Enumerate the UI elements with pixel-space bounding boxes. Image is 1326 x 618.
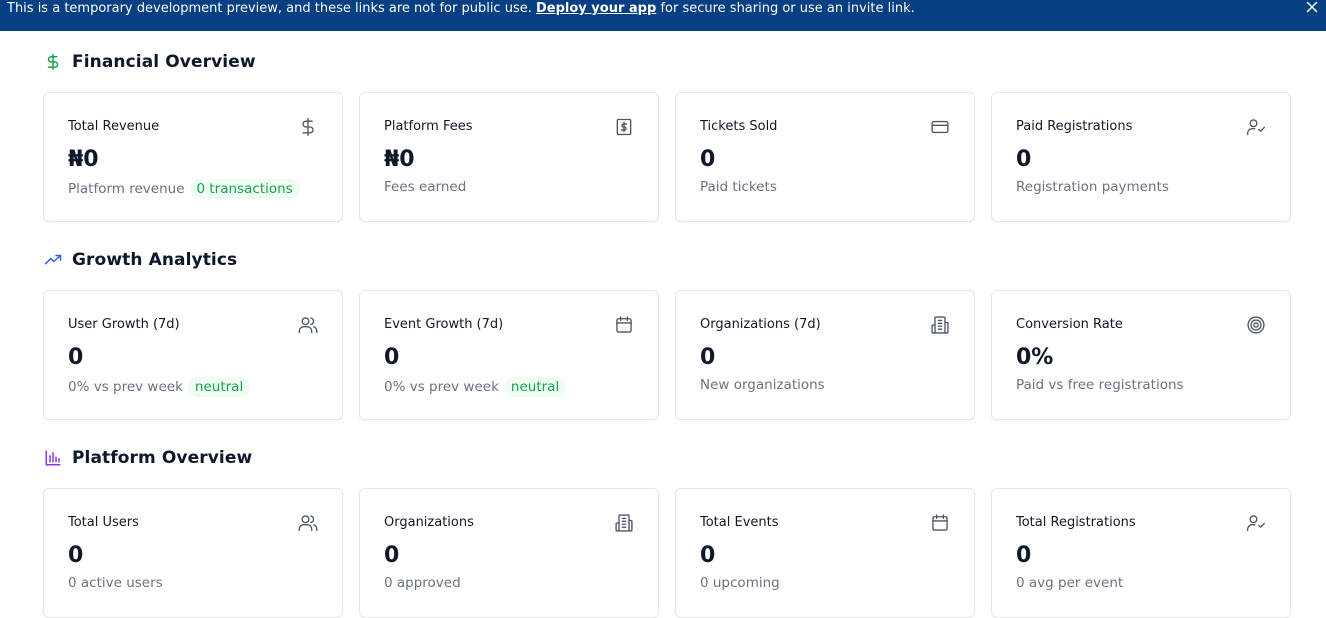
financial-cards: Total Revenue ₦0 Platform revenue 0 tran… [43, 92, 1291, 222]
card-label: Paid Registrations [1016, 119, 1133, 134]
card-label: Total Users [68, 515, 139, 530]
stat-card-paid-registrations: Paid Registrations 0 Registration paymen… [991, 92, 1291, 222]
stat-card-total-registrations: Total Registrations 0 0 avg per event [991, 488, 1291, 618]
card-label: Total Registrations [1016, 515, 1136, 530]
card-subtext: 0 approved [384, 575, 461, 591]
close-icon[interactable] [1306, 1, 1318, 13]
card-value: 0 [1016, 147, 1032, 172]
card-value: 0 [1016, 543, 1032, 568]
section-title: Growth Analytics [72, 250, 238, 270]
card-subtext: 0% vs prev week neutral [384, 377, 567, 397]
card-value: 0 [700, 345, 716, 370]
user-check-icon [1246, 117, 1266, 137]
card-value: 0% [1016, 345, 1054, 370]
growth-cards: User Growth (7d) 0 0% vs prev week neutr… [43, 290, 1291, 420]
card-value: ₦0 [68, 147, 99, 172]
users-icon [298, 513, 318, 533]
building-icon [930, 315, 950, 335]
stat-card-total-events: Total Events 0 0 upcoming [675, 488, 975, 618]
stat-card-organizations: Organizations 0 0 approved [359, 488, 659, 618]
user-check-icon [1246, 513, 1266, 533]
card-sub-label: 0% vs prev week [68, 379, 183, 395]
card-subtext: 0% vs prev week neutral [68, 377, 251, 397]
stat-card-platform-fees: Platform Fees ₦0 Fees earned [359, 92, 659, 222]
card-value: 0 [68, 345, 84, 370]
trending-up-icon [44, 251, 62, 269]
stat-card-event-growth: Event Growth (7d) 0 0% vs prev week neut… [359, 290, 659, 420]
calendar-icon [614, 315, 634, 335]
banner-text: This is a temporary development preview,… [7, 0, 915, 17]
card-value: 0 [700, 147, 716, 172]
users-icon [298, 315, 318, 335]
target-icon [1246, 315, 1266, 335]
stat-card-total-users: Total Users 0 0 active users [43, 488, 343, 618]
card-label: Platform Fees [384, 119, 473, 134]
card-subtext: Fees earned [384, 179, 467, 195]
card-label: Tickets Sold [700, 119, 778, 134]
card-subtext: 0 upcoming [700, 575, 780, 591]
card-value: 0 [700, 543, 716, 568]
platform-overview-header: Platform Overview [44, 448, 252, 468]
dollar-icon [44, 53, 62, 71]
banner-text-before: This is a temporary development preview,… [7, 1, 532, 16]
card-label: Conversion Rate [1016, 317, 1123, 332]
card-subtext: 0 avg per event [1016, 575, 1124, 591]
card-sub-label: Platform revenue [68, 181, 185, 197]
stat-card-organizations-7d: Organizations (7d) 0 New organizations [675, 290, 975, 420]
stat-card-conversion-rate: Conversion Rate 0% Paid vs free registra… [991, 290, 1291, 420]
growth-analytics-header: Growth Analytics [44, 250, 237, 270]
card-value: 0 [384, 345, 400, 370]
card-subtext: Registration payments [1016, 179, 1169, 195]
card-label: Organizations [384, 515, 474, 530]
card-value: 0 [384, 543, 400, 568]
card-subtext: Platform revenue 0 transactions [68, 179, 300, 199]
card-value: ₦0 [384, 147, 415, 172]
stat-card-total-revenue: Total Revenue ₦0 Platform revenue 0 tran… [43, 92, 343, 222]
receipt-icon [614, 117, 634, 137]
banner-text-after: for secure sharing or use an invite link… [660, 1, 915, 16]
card-label: Organizations (7d) [700, 317, 821, 332]
trend-badge: neutral [187, 377, 251, 397]
trend-badge: neutral [503, 377, 567, 397]
card-subtext: 0 active users [68, 575, 163, 591]
building-icon [614, 513, 634, 533]
bar-chart-icon [44, 449, 62, 467]
stat-card-tickets-sold: Tickets Sold 0 Paid tickets [675, 92, 975, 222]
dollar-icon [298, 117, 318, 137]
card-label: Event Growth (7d) [384, 317, 504, 332]
transactions-badge: 0 transactions [189, 179, 300, 199]
card-subtext: New organizations [700, 377, 825, 393]
stat-card-user-growth: User Growth (7d) 0 0% vs prev week neutr… [43, 290, 343, 420]
card-label: Total Revenue [68, 119, 160, 134]
card-sub-label: 0% vs prev week [384, 379, 499, 395]
platform-cards: Total Users 0 0 active users Organizatio… [43, 488, 1291, 618]
card-subtext: Paid tickets [700, 179, 777, 195]
financial-overview-header: Financial Overview [44, 52, 256, 72]
section-title: Platform Overview [72, 448, 253, 468]
card-value: 0 [68, 543, 84, 568]
card-label: User Growth (7d) [68, 317, 180, 332]
dev-preview-banner: This is a temporary development preview,… [0, 0, 1326, 31]
credit-card-icon [930, 117, 950, 137]
section-title: Financial Overview [72, 52, 256, 72]
card-subtext: Paid vs free registrations [1016, 377, 1184, 393]
calendar-icon [930, 513, 950, 533]
deploy-app-link[interactable]: Deploy your app [536, 1, 656, 16]
card-label: Total Events [700, 515, 779, 530]
